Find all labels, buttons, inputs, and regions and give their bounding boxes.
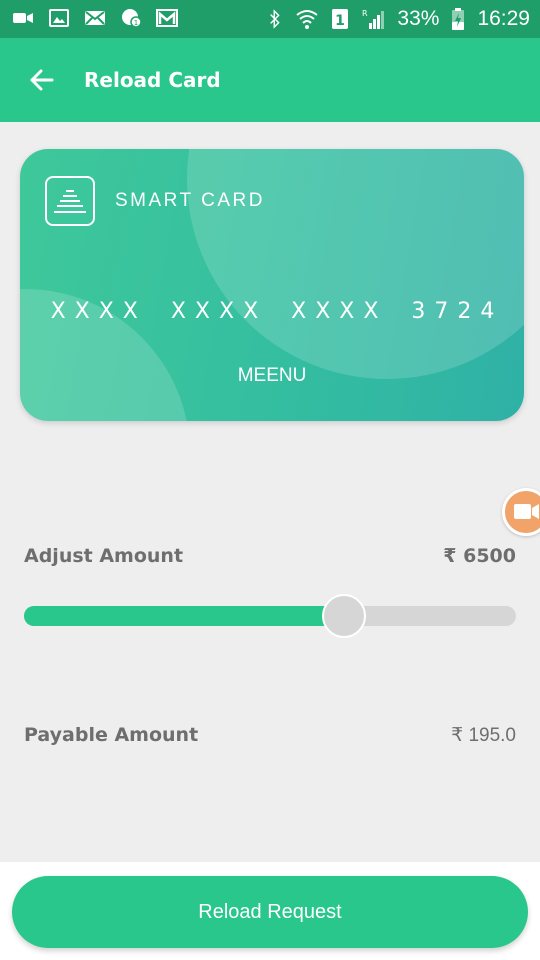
adjust-amount-label: Adjust Amount [24, 545, 184, 567]
page-title: Reload Card [84, 68, 221, 92]
card-number: XXXX XXXX XXXX 3724 [50, 299, 504, 324]
clock: 16:29 [477, 7, 530, 30]
messenger-icon: 1 [122, 9, 142, 28]
battery-percent: 33% [397, 7, 440, 30]
svg-text:1: 1 [336, 13, 346, 29]
slider-thumb[interactable] [322, 594, 366, 638]
payable-amount-label: Payable Amount [24, 724, 199, 746]
amount-slider[interactable] [24, 594, 516, 638]
video-camera-icon [514, 504, 539, 519]
card-holder-name: MEENU [237, 365, 307, 386]
status-bar: 1 1 R 33% 16:29 [0, 0, 540, 38]
wifi-icon [296, 10, 319, 29]
svg-text:R: R [362, 9, 368, 18]
signal-icon: R [362, 9, 385, 29]
video-icon [13, 13, 33, 23]
slider-fill [24, 606, 344, 626]
mail-icon [85, 11, 105, 25]
adjust-amount-value: ₹ 6500 [443, 545, 516, 567]
reload-request-button[interactable]: Reload Request [12, 876, 528, 948]
card-logo-icon [45, 176, 95, 226]
payable-amount-value: ₹ 195.0 [451, 725, 516, 746]
floating-video-button[interactable] [502, 488, 540, 536]
gmail-icon [156, 9, 178, 27]
card-brand: SMART CARD [115, 190, 265, 211]
sim-icon: 1 [332, 9, 349, 29]
battery-icon [452, 8, 465, 30]
app-bar: Reload Card [0, 38, 540, 122]
card-decoration [187, 149, 524, 379]
svg-text:1: 1 [134, 19, 138, 27]
smart-card: SMART CARD XXXX XXXX XXXX 3724 MEENU [20, 149, 524, 421]
image-icon [49, 9, 69, 27]
back-arrow-icon[interactable] [28, 66, 56, 94]
system-icons: 1 R 33% 16:29 [267, 5, 530, 33]
bluetooth-icon [270, 9, 281, 29]
notification-icons: 1 [12, 8, 178, 28]
